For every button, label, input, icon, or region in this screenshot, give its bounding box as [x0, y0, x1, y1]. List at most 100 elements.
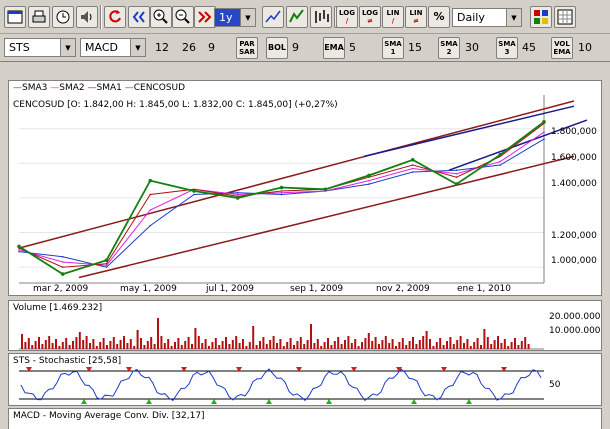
bar-chart-icon[interactable]: [310, 6, 332, 28]
clock-icon[interactable]: [52, 6, 74, 28]
volume-bar: [466, 339, 469, 349]
chart-area: —SMA3 —SMA2 —SMA1 —CENCOSUD CENCOSUD [O:…: [0, 64, 610, 429]
bol-label: BOL: [268, 43, 286, 52]
volume-panel[interactable]: Volume [1.469.232] 20.000.000 10.000.000: [8, 300, 602, 351]
volume-bar: [170, 346, 173, 349]
lin-scale-alt-button[interactable]: LIN ≠: [405, 6, 427, 28]
volume-bar: [391, 339, 394, 349]
bol-button[interactable]: BOL: [266, 37, 288, 59]
vol-ema-button[interactable]: VOL EMA: [551, 37, 573, 59]
indicator-select[interactable]: MACD ▼: [80, 38, 146, 57]
volume-bar: [184, 341, 187, 349]
print-icon[interactable]: [28, 6, 50, 28]
buy-signal-marker: [466, 399, 472, 404]
chevron-down-icon: ▼: [506, 9, 521, 26]
new-chart-icon[interactable]: [4, 6, 26, 28]
volume-bar: [425, 331, 428, 349]
volume-bar: [361, 342, 363, 349]
volume-bar: [119, 340, 122, 349]
stochastic-k-line: [20, 368, 542, 402]
volume-bar: [204, 339, 207, 349]
volume-bar: [174, 342, 176, 349]
sma3-value[interactable]: 45: [522, 41, 536, 54]
volume-bar: [65, 338, 68, 349]
ema-button[interactable]: EMA: [323, 37, 345, 59]
line-chart-icon[interactable]: [262, 6, 284, 28]
area-chart-icon[interactable]: [286, 6, 308, 28]
sma2-value[interactable]: 30: [465, 41, 479, 54]
toolbar-separator: [100, 5, 102, 29]
volume-bar: [524, 337, 527, 349]
sound-icon[interactable]: [76, 6, 98, 28]
volume-bar: [272, 336, 275, 349]
refresh-icon[interactable]: [104, 6, 126, 28]
volume-bar: [395, 346, 397, 349]
volume-bar: [299, 337, 302, 349]
lin-scale-button[interactable]: LIN /: [382, 6, 404, 28]
sma1-button[interactable]: SMA 1: [382, 37, 404, 59]
log-scale-alt-button[interactable]: LOG ≠: [359, 6, 381, 28]
volume-bar: [459, 336, 462, 349]
data-point-cencosud: [279, 185, 284, 190]
symbol-select[interactable]: STS ▼: [4, 38, 76, 57]
volume-bar: [520, 341, 523, 349]
volume-bar: [48, 336, 51, 349]
volume-bar: [235, 336, 238, 349]
volume-bar: [446, 341, 448, 349]
period-select[interactable]: Daily ▼: [452, 8, 522, 27]
zoom-fit-icon[interactable]: [128, 6, 150, 28]
macd-slow-value[interactable]: 26: [182, 41, 196, 54]
lin-scale-label: LIN: [386, 9, 400, 17]
data-point-sma3: [61, 255, 64, 258]
volume-bar: [276, 343, 278, 349]
volume-bar: [282, 346, 285, 349]
volume-bar: [153, 344, 156, 349]
volume-bar: [197, 336, 200, 349]
range-select[interactable]: 1y ▼: [214, 8, 256, 27]
volume-bar: [102, 338, 105, 349]
volume-bar: [371, 341, 374, 349]
volume-bar: [279, 339, 282, 349]
y-tick-label: 1.200,000: [551, 231, 597, 241]
par-sar-button[interactable]: PAR SAR: [236, 37, 258, 59]
stochastic-panel[interactable]: STS - Stochastic [25,58] 50: [8, 353, 602, 406]
vol-ema-value[interactable]: 10: [578, 41, 592, 54]
volume-bar: [327, 338, 329, 349]
volume-bar: [374, 337, 377, 349]
price-panel[interactable]: —SMA3 —SMA2 —SMA1 —CENCOSUD CENCOSUD [O:…: [8, 80, 602, 296]
log-scale-button[interactable]: LOG /: [336, 6, 358, 28]
volume-bar: [500, 343, 503, 349]
volume-bar: [24, 342, 27, 349]
percent-scale-button[interactable]: %: [428, 6, 450, 28]
volume-bar: [194, 328, 197, 349]
volume-bar: [306, 340, 309, 349]
data-point-sma3: [18, 250, 20, 253]
macd-fast-value[interactable]: 12: [155, 41, 169, 54]
macd-signal-value[interactable]: 9: [208, 41, 215, 54]
data-point-sma1: [455, 176, 458, 178]
data-point-sma2: [61, 261, 64, 263]
volume-bar: [388, 343, 391, 349]
volume-bar: [432, 346, 435, 349]
macd-panel[interactable]: MACD - Moving Average Conv. Div. [32,17]: [8, 408, 602, 429]
buy-signal-marker: [81, 399, 87, 404]
volume-bar: [218, 345, 221, 349]
color-palette-icon[interactable]: [530, 6, 552, 28]
sma1-value[interactable]: 15: [408, 41, 422, 54]
fast-forward-icon[interactable]: [194, 6, 216, 28]
settings-grid-icon[interactable]: [554, 6, 576, 28]
sma3-button[interactable]: SMA 3: [496, 37, 518, 59]
data-point-cencosud: [323, 187, 328, 192]
volume-bar: [201, 343, 204, 349]
zoom-in-icon[interactable]: [150, 6, 172, 28]
buy-signal-marker: [411, 399, 417, 404]
bol-value[interactable]: 9: [292, 41, 299, 54]
volume-bar: [507, 346, 510, 349]
data-point-sma3: [455, 169, 458, 172]
sma2-button[interactable]: SMA 2: [438, 37, 460, 59]
y-tick-label: 1.800,000: [551, 127, 597, 137]
ema-value[interactable]: 5: [349, 41, 356, 54]
volume-bar: [99, 342, 102, 349]
trend-channel-lower: [78, 155, 575, 279]
zoom-out-icon[interactable]: [172, 6, 194, 28]
